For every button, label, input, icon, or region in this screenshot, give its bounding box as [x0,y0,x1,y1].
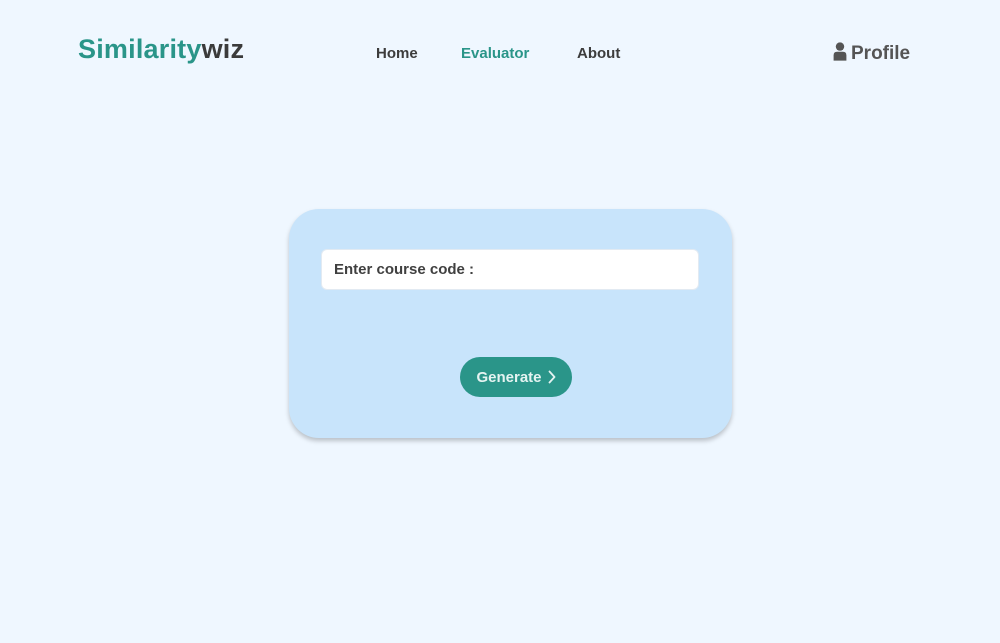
course-code-card: Enter course code : Generate [289,209,732,438]
profile-link[interactable]: Profile [833,41,910,67]
user-icon [833,42,847,66]
nav-link-evaluator[interactable]: Evaluator [461,44,529,64]
nav-link-about[interactable]: About [577,44,620,64]
chevron-right-icon [548,370,556,384]
app-logo[interactable]: Similaritywiz [78,32,244,66]
generate-button-label: Generate [476,368,542,386]
logo-text-similarity: Similarity [78,34,202,64]
profile-label: Profile [851,43,911,64]
nav-link-home[interactable]: Home [376,44,418,64]
course-code-input[interactable]: Enter course code : [321,249,699,290]
logo-text-wiz: wiz [201,34,245,64]
course-code-label: Enter course code : [334,261,475,278]
generate-button[interactable]: Generate [460,357,572,397]
